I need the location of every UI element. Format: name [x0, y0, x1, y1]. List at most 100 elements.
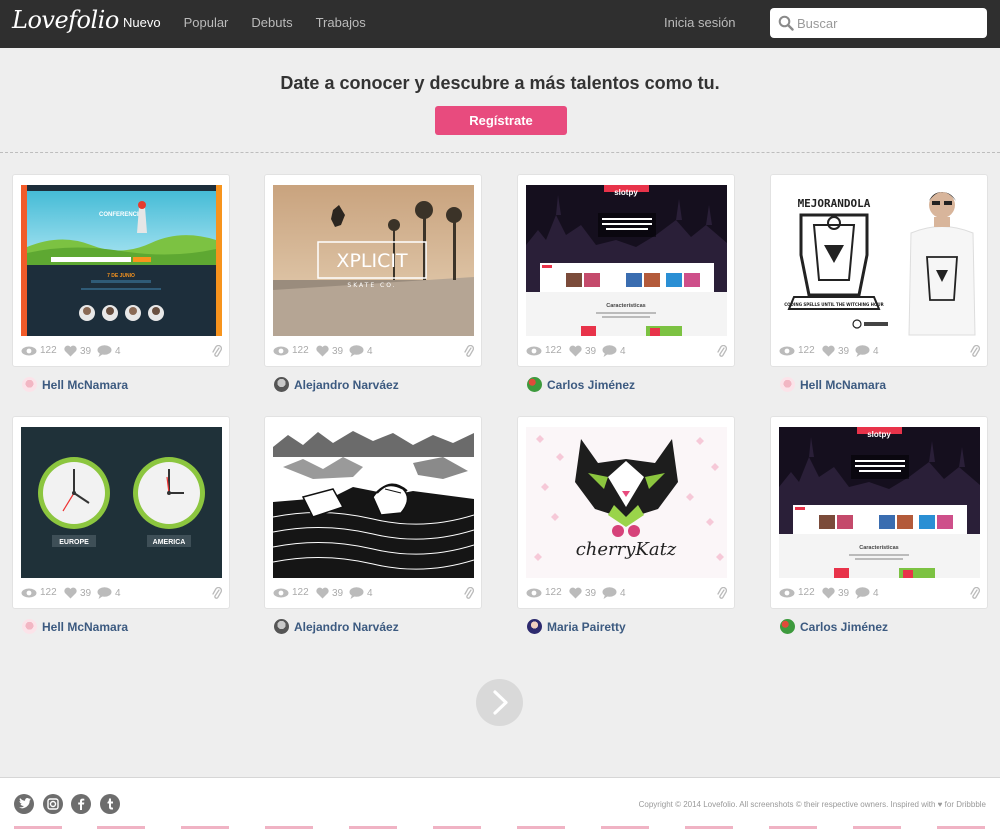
author-name[interactable]: Maria Pairetty [547, 620, 626, 634]
comments-stat[interactable]: 4 [349, 345, 373, 357]
views-stat: 122 [779, 345, 815, 356]
shot-stats: 122 39 4 [21, 345, 222, 359]
comments-stat[interactable]: 4 [602, 587, 626, 599]
shot-thumbnail[interactable]: slotpy Características [526, 185, 727, 336]
author-name[interactable]: Alejandro Narváez [294, 620, 399, 634]
author-link[interactable]: Alejandro Narváez [274, 377, 399, 392]
site-logo[interactable]: Lovefolio [12, 6, 119, 34]
author-name[interactable]: Hell McNamara [42, 378, 128, 392]
attachment-icon[interactable] [464, 345, 474, 358]
likes-stat[interactable]: 39 [822, 587, 849, 599]
views-count: 122 [292, 345, 309, 356]
avatar[interactable] [274, 377, 289, 392]
avatar[interactable] [780, 619, 795, 634]
likes-count: 39 [80, 345, 92, 357]
shot-card[interactable]: cherryKatz 122 39 4 [517, 416, 735, 609]
likes-stat[interactable]: 39 [822, 345, 849, 357]
shot-card[interactable]: EUROPE AMERICA 122 39 4 [12, 416, 230, 609]
shot-card[interactable]: MEJORANDOLA CODING SPELLS UNTIL THE WITC… [770, 174, 988, 367]
search-input[interactable] [797, 13, 977, 33]
attachment-icon[interactable] [464, 587, 474, 600]
nav-debuts[interactable]: Debuts [251, 15, 292, 30]
comments-stat[interactable]: 4 [349, 587, 373, 599]
footer: Copyright © 2014 Lovefolio. All screensh… [0, 777, 1000, 829]
chevron-right-icon [493, 690, 508, 715]
shot-thumbnail[interactable]: slotpy Características [779, 427, 980, 578]
author-link[interactable]: Carlos Jiménez [527, 377, 635, 392]
cherrykatz-wordmark: cherryKatz [576, 539, 677, 560]
twitter-icon[interactable] [14, 794, 34, 814]
views-count: 122 [545, 345, 562, 356]
author-link[interactable]: Hell McNamara [22, 377, 128, 392]
attachment-icon[interactable] [970, 587, 980, 600]
nav-nuevo[interactable]: Nuevo [123, 15, 161, 30]
avatar[interactable] [527, 619, 542, 634]
avatar[interactable] [527, 377, 542, 392]
author-link[interactable]: Carlos Jiménez [780, 619, 888, 634]
likes-stat[interactable]: 39 [64, 345, 91, 357]
nav-popular[interactable]: Popular [184, 15, 229, 30]
shot-card[interactable]: slotpy Características 122 39 4 [770, 416, 988, 609]
comments-stat[interactable]: 4 [602, 345, 626, 357]
features-heading: Características [606, 303, 645, 309]
eye-icon [779, 346, 795, 355]
comments-stat[interactable]: 4 [855, 345, 879, 357]
author-name[interactable]: Carlos Jiménez [800, 620, 888, 634]
attachment-icon[interactable] [717, 345, 727, 358]
attachment-icon[interactable] [212, 345, 222, 358]
signup-button[interactable]: Regístrate [435, 106, 567, 135]
shot-card[interactable]: 122 39 4 [264, 416, 482, 609]
author-name[interactable]: Hell McNamara [800, 378, 886, 392]
avatar[interactable] [22, 377, 37, 392]
likes-count: 39 [838, 345, 850, 357]
likes-count: 39 [332, 587, 344, 599]
author-link[interactable]: Alejandro Narváez [274, 619, 399, 634]
attachment-icon[interactable] [970, 345, 980, 358]
comment-icon [855, 345, 870, 357]
login-link[interactable]: Inicia sesión [664, 15, 736, 30]
author-name[interactable]: Hell McNamara [42, 620, 128, 634]
likes-stat[interactable]: 39 [316, 345, 343, 357]
shot-thumbnail[interactable]: CONFERENCIA 7 DE JUNIO [21, 185, 222, 336]
likes-stat[interactable]: 39 [316, 587, 343, 599]
avatar[interactable] [780, 377, 795, 392]
tumblr-icon[interactable] [100, 794, 120, 814]
america-label: AMERICA [153, 539, 186, 546]
author-link[interactable]: Maria Pairetty [527, 619, 626, 634]
shot-thumbnail[interactable]: EUROPE AMERICA [21, 427, 222, 578]
comments-count: 4 [620, 587, 626, 599]
views-stat: 122 [21, 587, 57, 598]
likes-stat[interactable]: 39 [569, 345, 596, 357]
avatar[interactable] [22, 619, 37, 634]
facebook-icon[interactable] [71, 794, 91, 814]
author-name[interactable]: Carlos Jiménez [547, 378, 635, 392]
attachment-icon[interactable] [212, 587, 222, 600]
comment-icon [602, 587, 617, 599]
attachment-icon[interactable] [717, 587, 727, 600]
avatar[interactable] [274, 619, 289, 634]
shot-card[interactable]: XPLICIT SKATE CO. 122 39 4 [264, 174, 482, 367]
europe-label: EUROPE [59, 539, 89, 546]
views-count: 122 [545, 587, 562, 598]
author-link[interactable]: Hell McNamara [22, 619, 128, 634]
comments-stat[interactable]: 4 [855, 587, 879, 599]
slotpy-logo: slotpy [614, 188, 638, 197]
comments-stat[interactable]: 4 [97, 345, 121, 357]
shot-thumbnail[interactable]: MEJORANDOLA CODING SPELLS UNTIL THE WITC… [779, 185, 980, 336]
next-page-button[interactable] [476, 679, 523, 726]
shot-thumbnail[interactable]: cherryKatz [526, 427, 727, 578]
likes-count: 39 [585, 345, 597, 357]
shot-thumbnail[interactable] [273, 427, 474, 578]
instagram-icon[interactable] [43, 794, 63, 814]
shot-stats: 122 39 4 [526, 345, 727, 359]
likes-stat[interactable]: 39 [64, 587, 91, 599]
author-name[interactable]: Alejandro Narváez [294, 378, 399, 392]
likes-count: 39 [332, 345, 344, 357]
comments-stat[interactable]: 4 [97, 587, 121, 599]
likes-stat[interactable]: 39 [569, 587, 596, 599]
nav-trabajos[interactable]: Trabajos [316, 15, 366, 30]
shot-card[interactable]: CONFERENCIA 7 DE JUNIO 122 39 4 [12, 174, 230, 367]
shot-card[interactable]: slotpy Características 122 39 4 [517, 174, 735, 367]
author-link[interactable]: Hell McNamara [780, 377, 886, 392]
shot-thumbnail[interactable]: XPLICIT SKATE CO. [273, 185, 474, 336]
